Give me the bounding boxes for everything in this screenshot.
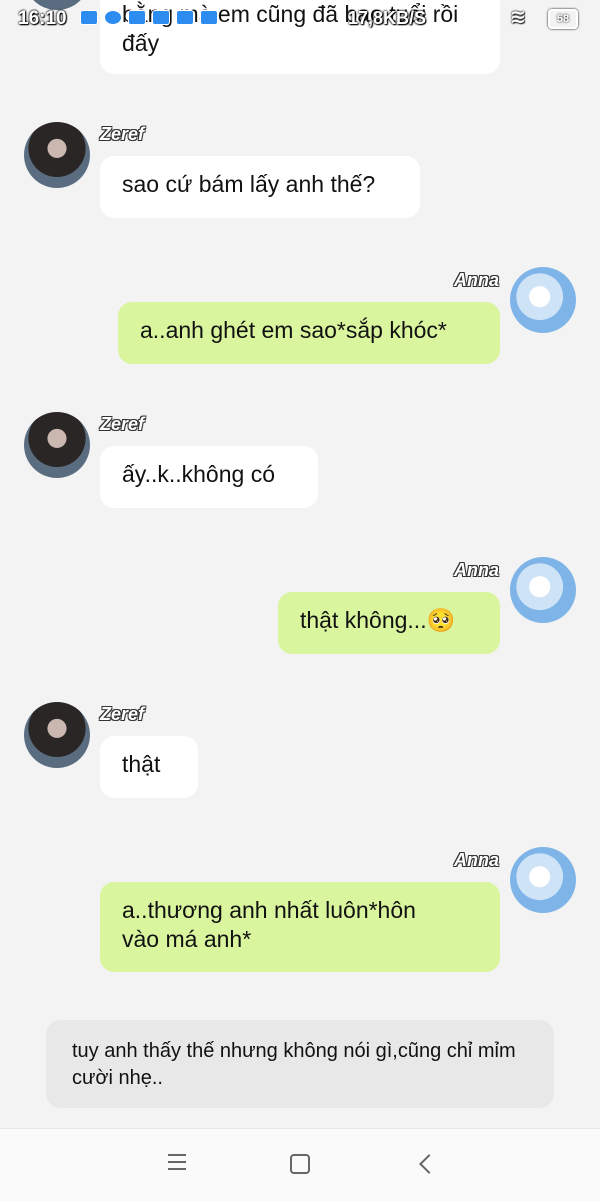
message-text: a..anh ghét em sao*sắp khóc* [140, 317, 447, 343]
sender-name: Zeref [100, 704, 145, 724]
avatar[interactable] [510, 267, 576, 333]
message-text: a..thương anh nhất luôn*hôn vào má anh* [122, 897, 416, 952]
avatar[interactable] [24, 122, 90, 188]
navigation-bar [0, 1128, 600, 1201]
message-bubble[interactable]: sao cứ bám lấy anh thế? [100, 156, 420, 218]
mail-icon [128, 10, 146, 25]
sender-name: Anna [454, 560, 499, 580]
message-bubble[interactable]: thật [100, 736, 198, 798]
sender-name: Zeref [100, 414, 145, 434]
message-bubble[interactable]: ấy..k..không có [100, 446, 318, 508]
sender-name: Anna [454, 850, 499, 870]
narration-bubble[interactable]: tuy anh thấy thế nhưng không nói gì,cũng… [46, 1020, 554, 1108]
mail-icon [80, 10, 98, 25]
home-icon[interactable] [280, 1149, 320, 1179]
message-bubble[interactable]: a..thương anh nhất luôn*hôn vào má anh* [100, 882, 500, 972]
message-text: ấy..k..không có [122, 461, 275, 487]
messenger-icon [104, 10, 122, 25]
message-text: thật [122, 751, 161, 777]
back-icon[interactable] [408, 1149, 448, 1179]
status-time: 16:10 [18, 8, 67, 29]
battery-level: 58 [556, 13, 570, 25]
avatar[interactable] [510, 557, 576, 623]
message-bubble[interactable]: thật không...🥺 [278, 592, 500, 654]
wifi-icon: ≋ [510, 7, 526, 28]
sender-name: Anna [454, 270, 499, 290]
network-speed: 17,8KB/S [348, 8, 427, 28]
mail-icon [152, 10, 170, 25]
menu-icon[interactable] [157, 1149, 197, 1179]
mail-icon [200, 10, 218, 25]
battery-icon: 58 [548, 9, 578, 29]
avatar[interactable] [510, 847, 576, 913]
mail-icon [176, 10, 194, 25]
avatar[interactable] [24, 702, 90, 768]
message-bubble[interactable]: a..anh ghét em sao*sắp khóc* [118, 302, 500, 364]
status-bar: 16:10 17,8KB/S ≋ 58 [0, 0, 600, 36]
sender-name: Zeref [100, 124, 145, 144]
narration-text: tuy anh thấy thế nhưng không nói gì,cũng… [72, 1040, 516, 1089]
notification-icons [80, 10, 218, 25]
message-text: thật không...🥺 [300, 607, 456, 633]
avatar[interactable] [24, 412, 90, 478]
message-text: sao cứ bám lấy anh thế? [122, 171, 376, 197]
